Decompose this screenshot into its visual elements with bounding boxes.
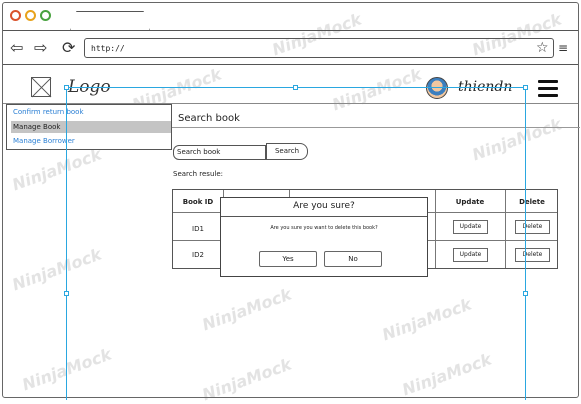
sidebar-menu: Confirm return book Manage Book Manage B… — [6, 104, 172, 150]
search-button[interactable]: Search — [266, 143, 308, 160]
reload-icon[interactable]: ⟳ — [62, 40, 75, 56]
title-divider — [172, 127, 580, 128]
selection-guide-left — [66, 87, 67, 400]
delete-button[interactable]: Delete — [515, 248, 550, 262]
yes-button[interactable]: Yes — [259, 251, 317, 267]
close-window-button[interactable] — [10, 10, 21, 21]
minimize-window-button[interactable] — [25, 10, 36, 21]
header-book-id: Book ID — [182, 198, 214, 206]
back-arrow-icon[interactable]: ⇦ — [10, 40, 23, 56]
table-cell-book-id: ID2 — [192, 251, 204, 259]
header-delete: Delete — [519, 198, 545, 206]
toolbar-divider — [3, 64, 578, 65]
maximize-window-button[interactable] — [40, 10, 51, 21]
resize-handle[interactable] — [523, 291, 528, 296]
page-title: Search book — [178, 113, 240, 124]
search-input[interactable]: Search book — [173, 145, 266, 160]
tab-divider — [3, 30, 578, 31]
avatar[interactable] — [426, 77, 448, 99]
delete-button[interactable]: Delete — [515, 220, 550, 234]
browser-menu-icon[interactable]: ≡ — [558, 40, 568, 56]
sidebar-item-manage-book[interactable]: Manage Book — [13, 122, 60, 132]
dialog-divider — [221, 216, 427, 217]
search-result-label: Search resule: — [173, 170, 223, 178]
resize-handle[interactable] — [293, 85, 298, 90]
resize-handle[interactable] — [523, 85, 528, 90]
selection-guide-right — [525, 87, 526, 400]
table-cell-book-id: ID1 — [192, 225, 204, 233]
star-icon[interactable]: ☆ — [536, 40, 549, 56]
dialog-message: Are you sure you want to delete this boo… — [270, 225, 378, 231]
resize-handle[interactable] — [64, 291, 69, 296]
logo-placeholder-icon — [31, 77, 51, 97]
forward-arrow-icon[interactable]: ⇨ — [34, 40, 47, 56]
address-bar[interactable]: http:// — [84, 38, 554, 58]
update-button[interactable]: Update — [453, 248, 488, 262]
update-button[interactable]: Update — [453, 220, 488, 234]
confirm-delete-dialog: Are you sure? Are you sure you want to d… — [220, 197, 428, 277]
browser-tab[interactable] — [70, 11, 150, 31]
window-controls — [10, 10, 60, 22]
hamburger-menu-icon[interactable] — [538, 80, 558, 97]
sidebar-item-confirm-return[interactable]: Confirm return book — [13, 107, 84, 117]
dialog-title: Are you sure? — [293, 201, 355, 211]
no-button[interactable]: No — [324, 251, 382, 267]
resize-handle[interactable] — [64, 85, 69, 90]
header-update: Update — [455, 198, 485, 206]
